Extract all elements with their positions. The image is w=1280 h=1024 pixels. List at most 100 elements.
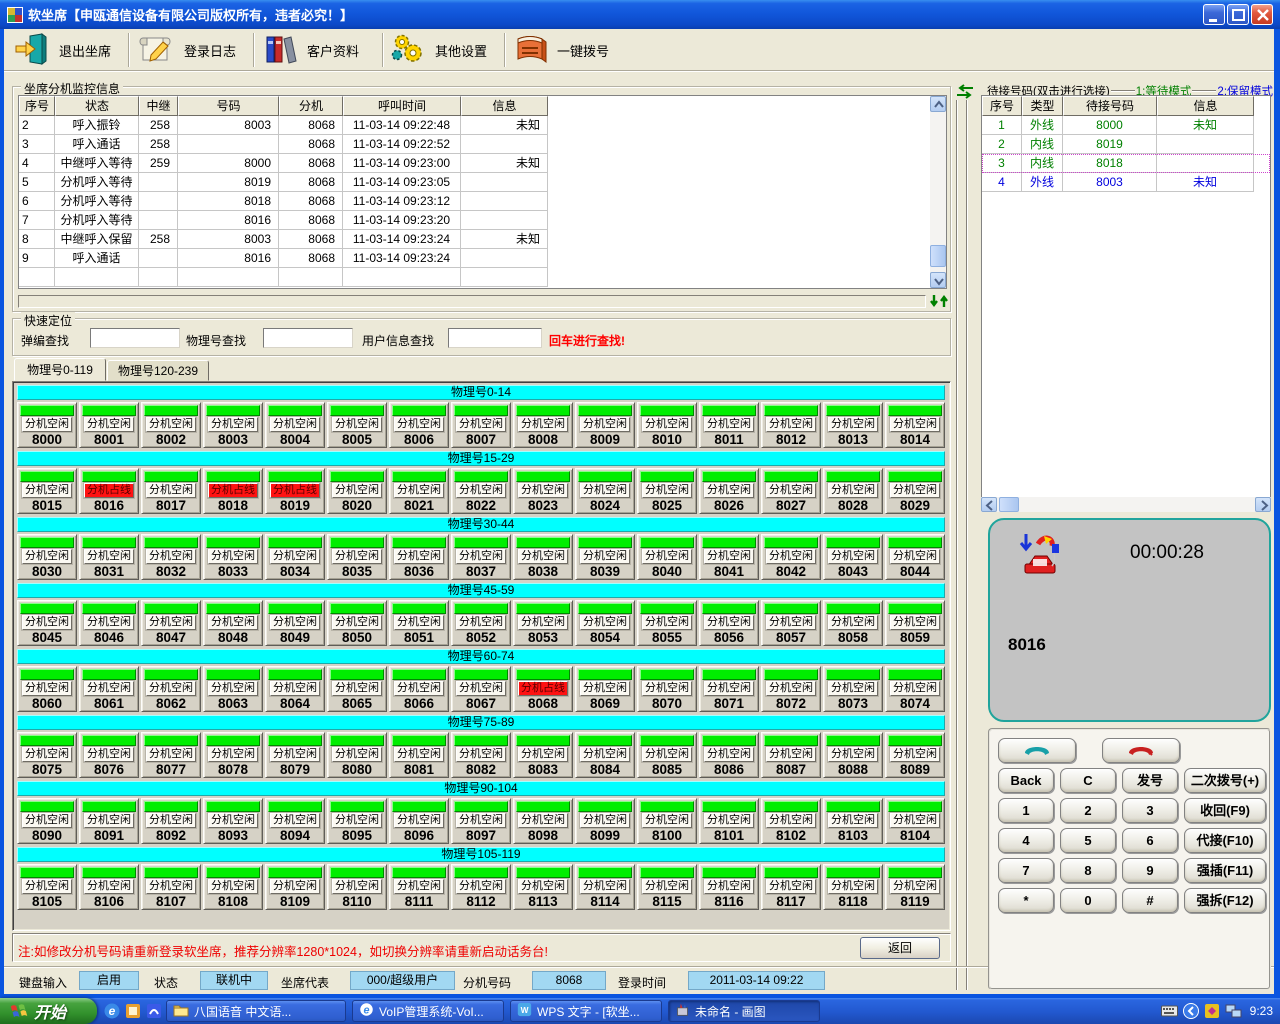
task-button-3[interactable]: WWPS 文字 - [软坐... (510, 1000, 662, 1022)
extension-cell-8045[interactable]: 分机空闲8045 (17, 600, 77, 646)
task-button-2[interactable]: eVoIP管理系统-VoI... (352, 1000, 504, 1022)
extension-cell-8037[interactable]: 分机空闲8037 (451, 534, 511, 580)
swap-arrows-icon[interactable] (955, 84, 975, 99)
extension-cell-8009[interactable]: 分机空闲8009 (575, 402, 635, 448)
extension-cell-8064[interactable]: 分机空闲8064 (265, 666, 325, 712)
extension-cell-8012[interactable]: 分机空闲8012 (761, 402, 821, 448)
toolbar-button-1[interactable]: 退出坐席 (14, 31, 124, 69)
monitor-scroll-thumb[interactable] (930, 245, 946, 267)
monitor-column-header[interactable]: 信息 (461, 96, 548, 116)
extension-cell-8072[interactable]: 分机空闲8072 (761, 666, 821, 712)
extension-cell-8092[interactable]: 分机空闲8092 (141, 798, 201, 844)
extension-cell-8020[interactable]: 分机空闲8020 (327, 468, 387, 514)
extension-cell-8096[interactable]: 分机空闲8096 (389, 798, 449, 844)
extension-cell-8058[interactable]: 分机空闲8058 (823, 600, 883, 646)
extension-cell-8109[interactable]: 分机空闲8109 (265, 864, 325, 910)
extension-cell-8034[interactable]: 分机空闲8034 (265, 534, 325, 580)
monitor-scroll-down[interactable] (930, 272, 946, 288)
extension-cell-8036[interactable]: 分机空闲8036 (389, 534, 449, 580)
monitor-column-header[interactable]: 号码 (178, 96, 279, 116)
extension-cell-8006[interactable]: 分机空闲8006 (389, 402, 449, 448)
extension-cell-8001[interactable]: 分机空闲8001 (79, 402, 139, 448)
keypad-button[interactable]: Back (998, 768, 1054, 793)
extension-cell-8059[interactable]: 分机空闲8059 (885, 600, 945, 646)
extension-cell-8091[interactable]: 分机空闲8091 (79, 798, 139, 844)
title-bar[interactable]: 软坐席【申瓯通信设备有限公司版权所有，违者必究！】 (0, 0, 1280, 29)
extension-cell-8069[interactable]: 分机空闲8069 (575, 666, 635, 712)
extension-cell-8013[interactable]: 分机空闲8013 (823, 402, 883, 448)
extension-cell-8049[interactable]: 分机空闲8049 (265, 600, 325, 646)
monitor-row[interactable]: 8中继呼入保留2588003806811-03-14 09:23:24未知 (19, 230, 946, 249)
waiting-column-header[interactable]: 待接号码 (1063, 96, 1157, 116)
extension-cell-8040[interactable]: 分机空闲8040 (637, 534, 697, 580)
maximize-button[interactable] (1227, 4, 1249, 25)
tab-physical-120-239[interactable]: 物理号120-239 (107, 360, 209, 381)
extension-cell-8042[interactable]: 分机空闲8042 (761, 534, 821, 580)
extension-cell-8115[interactable]: 分机空闲8115 (637, 864, 697, 910)
extension-cell-8105[interactable]: 分机空闲8105 (17, 864, 77, 910)
collapse-tray-icon[interactable] (1183, 1003, 1199, 1019)
extension-cell-8003[interactable]: 分机空闲8003 (203, 402, 263, 448)
extension-cell-8004[interactable]: 分机空闲8004 (265, 402, 325, 448)
waiting-column-header[interactable]: 序号 (982, 96, 1022, 116)
extension-cell-8029[interactable]: 分机空闲8029 (885, 468, 945, 514)
extension-cell-8075[interactable]: 分机空闲8075 (17, 732, 77, 778)
waiting-hscroll-track[interactable] (981, 497, 1271, 512)
extension-cell-8113[interactable]: 分机空闲8113 (513, 864, 573, 910)
extension-cell-8057[interactable]: 分机空闲8057 (761, 600, 821, 646)
extension-cell-8048[interactable]: 分机空闲8048 (203, 600, 263, 646)
tab-physical-0-119[interactable]: 物理号0-119 (14, 358, 106, 381)
extension-cell-8030[interactable]: 分机空闲8030 (17, 534, 77, 580)
waiting-column-header[interactable]: 信息 (1157, 96, 1254, 116)
splitter[interactable] (954, 100, 972, 990)
extension-cell-8118[interactable]: 分机空闲8118 (823, 864, 883, 910)
sort-arrows-icon[interactable] (929, 293, 951, 309)
extension-cell-8044[interactable]: 分机空闲8044 (885, 534, 945, 580)
extension-cell-8068[interactable]: 分机占线8068 (513, 666, 573, 712)
monitor-scroll-up[interactable] (930, 96, 946, 112)
extension-cell-8082[interactable]: 分机空闲8082 (451, 732, 511, 778)
extension-cell-8103[interactable]: 分机空闲8103 (823, 798, 883, 844)
monitor-column-header[interactable]: 中继 (139, 96, 178, 116)
extension-cell-8079[interactable]: 分机空闲8079 (265, 732, 325, 778)
extension-cell-8026[interactable]: 分机空闲8026 (699, 468, 759, 514)
extension-cell-8005[interactable]: 分机空闲8005 (327, 402, 387, 448)
extension-cell-8083[interactable]: 分机空闲8083 (513, 732, 573, 778)
extension-cell-8101[interactable]: 分机空闲8101 (699, 798, 759, 844)
extension-cell-8025[interactable]: 分机空闲8025 (637, 468, 697, 514)
extension-cell-8087[interactable]: 分机空闲8087 (761, 732, 821, 778)
waiting-scroll-thumb[interactable] (999, 497, 1019, 512)
extension-cell-8112[interactable]: 分机空闲8112 (451, 864, 511, 910)
extension-cell-8019[interactable]: 分机占线8019 (265, 468, 325, 514)
extension-cell-8098[interactable]: 分机空闲8098 (513, 798, 573, 844)
monitor-table[interactable]: 序号状态中继号码分机呼叫时间信息2呼入振铃2588003806811-03-14… (18, 95, 947, 289)
keypad-button[interactable]: * (998, 888, 1054, 913)
monitor-row[interactable]: 2呼入振铃2588003806811-03-14 09:22:48未知 (19, 116, 946, 135)
extension-cell-8035[interactable]: 分机空闲8035 (327, 534, 387, 580)
keypad-button[interactable]: 5 (1060, 828, 1116, 853)
keypad-button[interactable]: 9 (1122, 858, 1178, 883)
extension-cell-8094[interactable]: 分机空闲8094 (265, 798, 325, 844)
keypad-button[interactable]: 强拆(F12) (1184, 888, 1266, 913)
extension-cell-8114[interactable]: 分机空闲8114 (575, 864, 635, 910)
keypad-button[interactable]: 8 (1060, 858, 1116, 883)
extension-cell-8017[interactable]: 分机空闲8017 (141, 468, 201, 514)
extension-cell-8043[interactable]: 分机空闲8043 (823, 534, 883, 580)
waiting-scroll-right[interactable] (1255, 497, 1271, 512)
keypad-button[interactable]: 4 (998, 828, 1054, 853)
toolbar-button-3[interactable]: 客户资料 (262, 31, 366, 69)
waiting-row[interactable]: 2内线8019 (982, 135, 1270, 154)
task-button-4[interactable]: 未命名 - 画图 (668, 1000, 820, 1022)
monitor-row[interactable]: 4中继呼入等待2598000806811-03-14 09:23:00未知 (19, 154, 946, 173)
extension-cell-8056[interactable]: 分机空闲8056 (699, 600, 759, 646)
minimize-button[interactable] (1203, 4, 1225, 25)
extension-cell-8023[interactable]: 分机空闲8023 (513, 468, 573, 514)
extension-cell-8086[interactable]: 分机空闲8086 (699, 732, 759, 778)
extension-cell-8027[interactable]: 分机空闲8027 (761, 468, 821, 514)
waiting-scroll-left[interactable] (981, 497, 997, 512)
extension-cell-8063[interactable]: 分机空闲8063 (203, 666, 263, 712)
extension-cell-8076[interactable]: 分机空闲8076 (79, 732, 139, 778)
answer-button[interactable] (998, 738, 1076, 763)
keypad-button[interactable]: 6 (1122, 828, 1178, 853)
extension-cell-8117[interactable]: 分机空闲8117 (761, 864, 821, 910)
